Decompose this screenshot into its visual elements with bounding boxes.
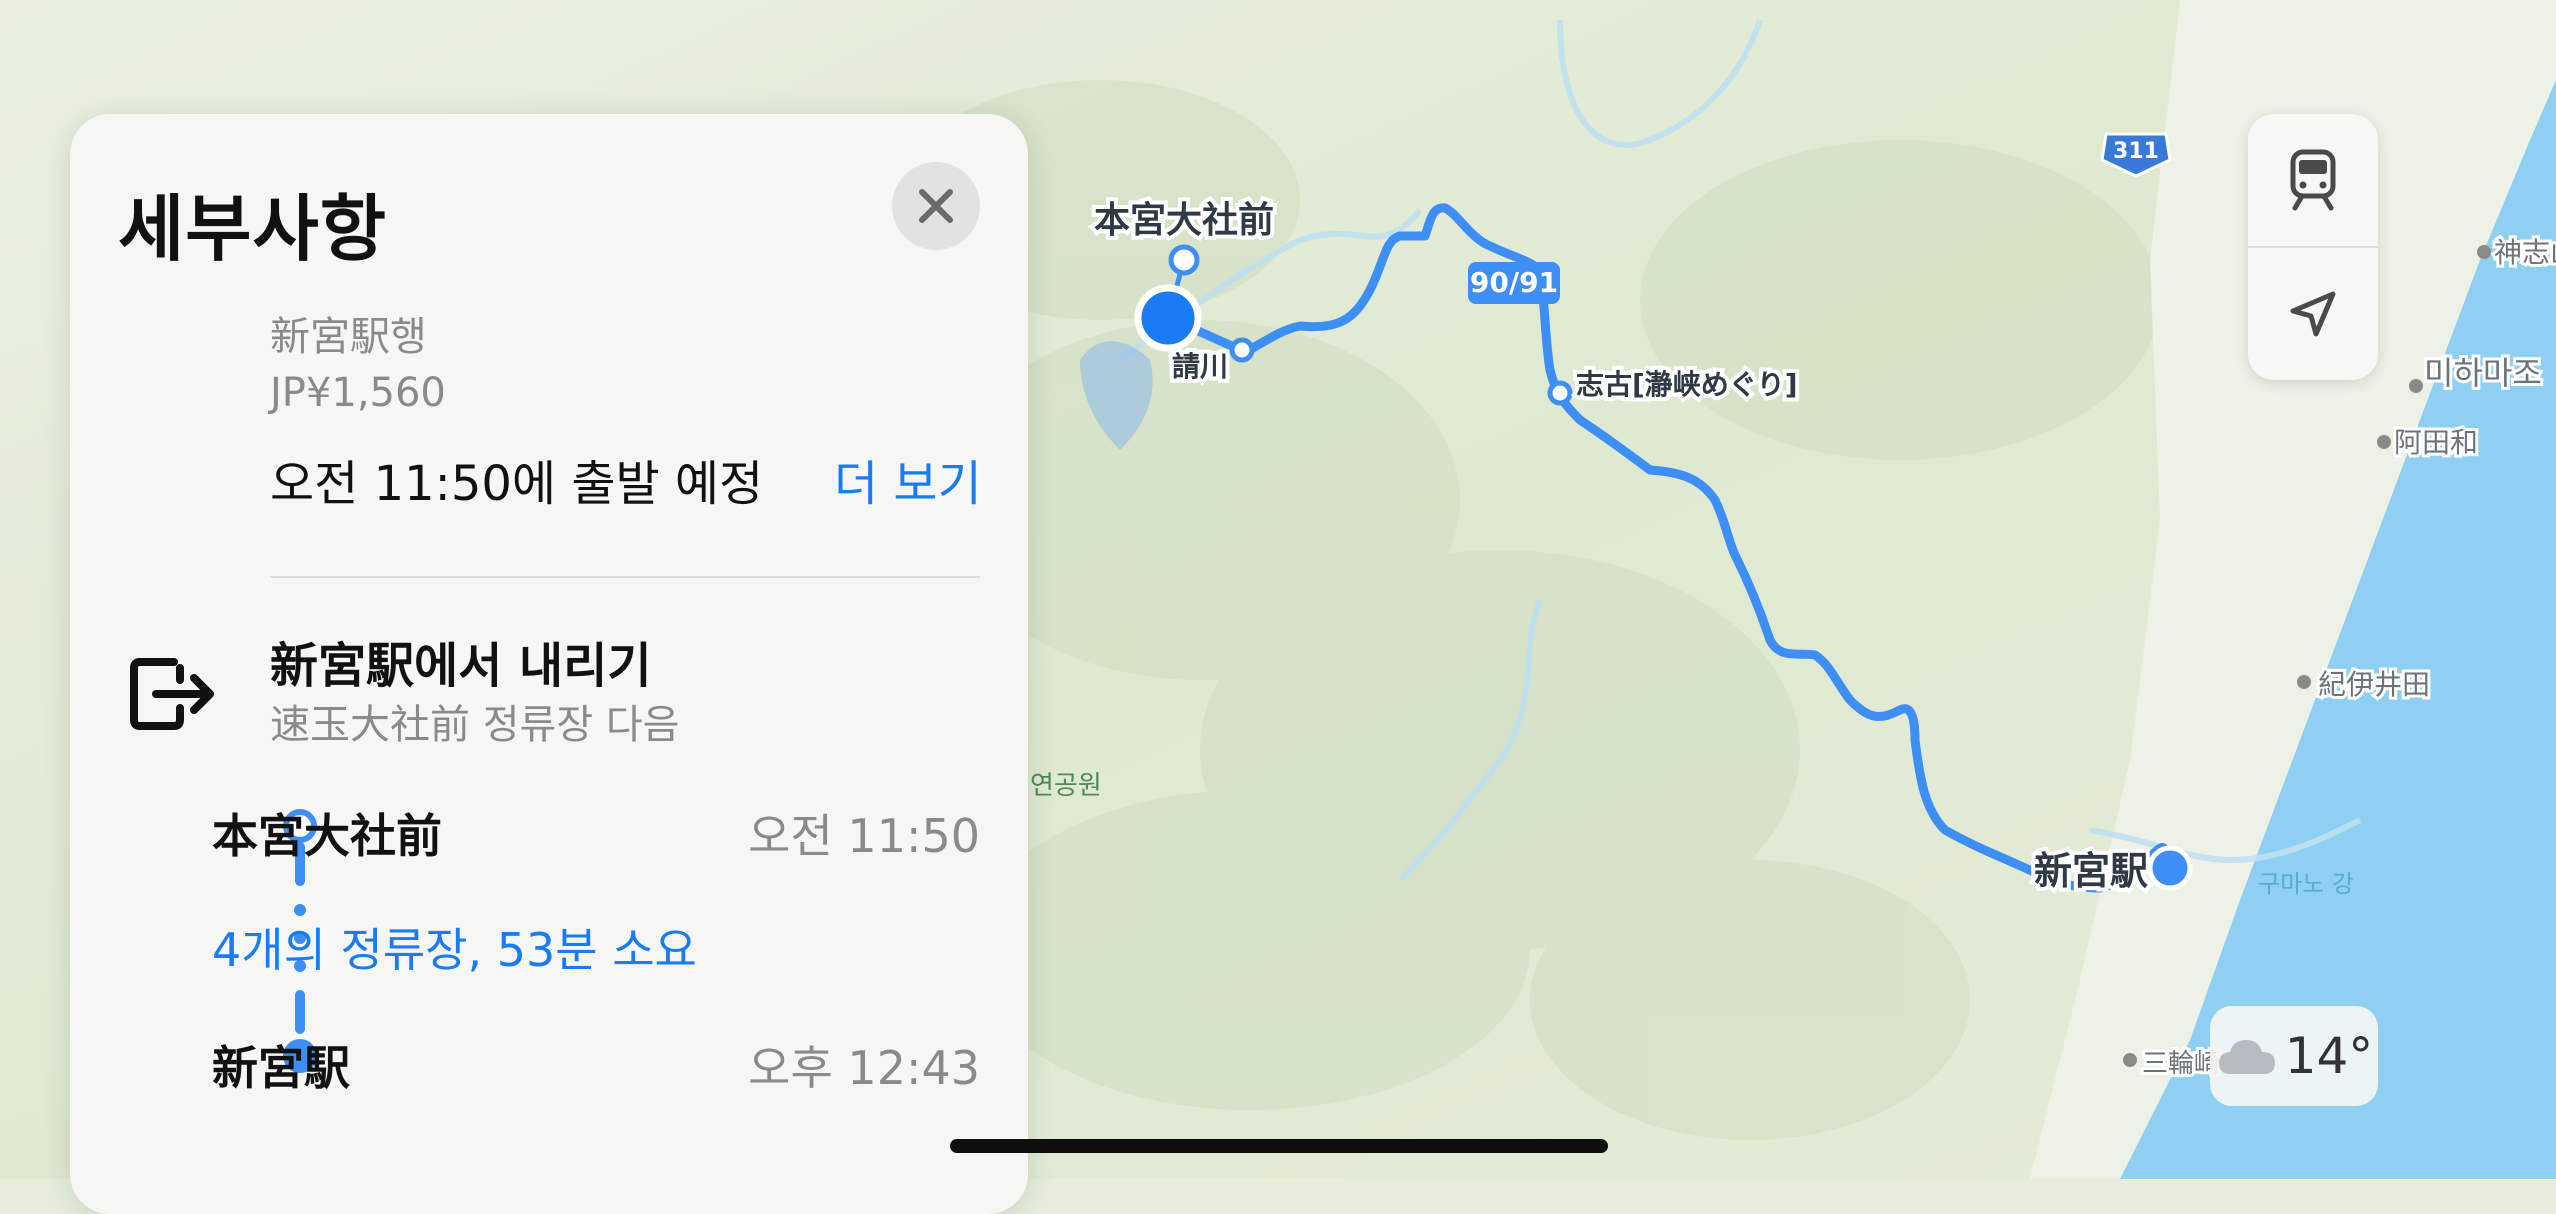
map-label-atawa: 阿田和 — [2394, 426, 2478, 459]
fare-text: JP¥1,560 — [270, 370, 446, 416]
divider — [270, 576, 980, 578]
map-label-kamishiki: 神志山 — [2494, 236, 2556, 269]
map-label-kiiida: 紀伊井田 — [2318, 668, 2430, 701]
map-label-kumano-river: 구마노 강 — [2258, 870, 2354, 898]
transit-mode-button[interactable] — [2248, 114, 2378, 246]
map-label-hongu: 本宮大社前 — [1094, 200, 1274, 241]
origin-time: 오전 11:50 — [748, 809, 980, 863]
alight-title: 新宮駅에서 내리기 — [270, 638, 652, 694]
alight-subtitle: 速玉大社前 정류장 다음 — [270, 702, 680, 748]
map-label-mihamazo: 미하마조 — [2424, 354, 2542, 392]
close-button[interactable] — [892, 162, 980, 250]
route-badge-label: 90/91 — [1470, 266, 1558, 299]
cloud-icon — [2218, 1040, 2275, 1074]
map-label-shiko: 志古[瀞峡めぐり] — [1576, 368, 1798, 401]
stops-summary-link[interactable]: 4개의 정류장, 53분 소요 — [212, 914, 697, 980]
destination-text: 新宮駅행 — [270, 314, 427, 360]
destination-time: 오후 12:43 — [748, 1041, 980, 1095]
close-icon — [919, 189, 953, 223]
map-label-park: 연공원 — [1030, 771, 1102, 801]
temperature: 14° — [2284, 1027, 2374, 1085]
trip-timeline-line — [70, 114, 190, 1114]
destination-marker — [2147, 845, 2193, 891]
destination-stop: 新宮駅 — [212, 1041, 350, 1095]
map-controls — [2248, 114, 2378, 380]
departure-text: 오전 11:50에 출발 예정 — [270, 456, 764, 512]
location-arrow-icon — [2290, 291, 2336, 337]
details-panel: 세부사항 新宮駅행 JP¥1,560 오전 11:50에 출발 예정 더 보기 … — [70, 114, 1028, 1214]
more-link[interactable]: 더 보기 — [834, 444, 982, 514]
map-label-miwasaki: 三輪崎 — [2142, 1049, 2220, 1079]
train-icon — [2290, 149, 2336, 211]
route-badge: 90/91 — [1468, 262, 1560, 304]
weather-badge: 14° — [2210, 1006, 2378, 1106]
road-311-label: 311 — [2113, 139, 2159, 164]
origin-stop: 本宮大社前 — [212, 809, 442, 863]
map-label-ukegawa: 請川 — [1172, 350, 1228, 383]
map-label-shingu: 新宮駅 — [2034, 849, 2148, 893]
current-location-button[interactable] — [2248, 248, 2378, 380]
home-indicator[interactable] — [950, 1139, 1608, 1153]
